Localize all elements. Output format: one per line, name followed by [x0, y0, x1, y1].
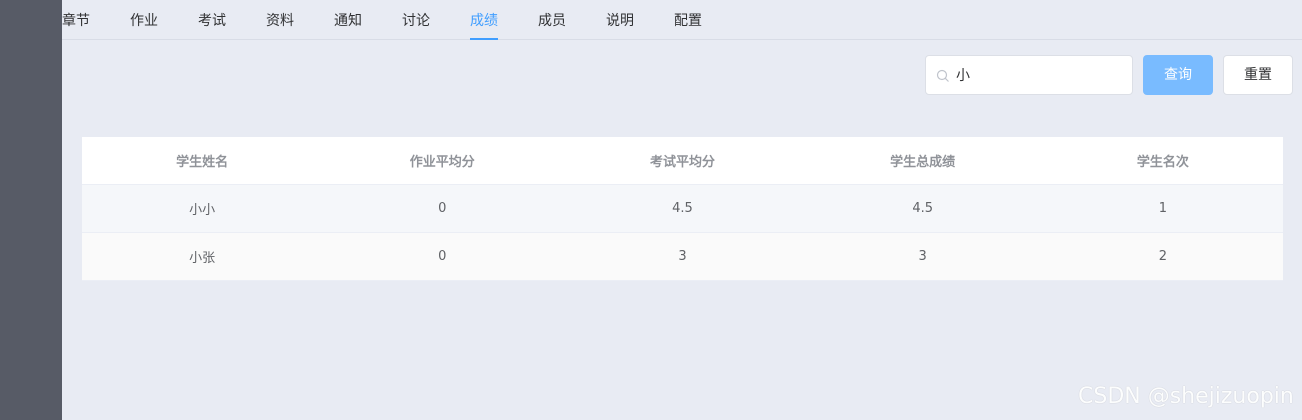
tab-members[interactable]: 成员 — [538, 10, 566, 40]
cell-exam-avg: 4.5 — [672, 201, 693, 216]
query-button[interactable]: 查询 — [1143, 55, 1213, 95]
cell-homework-avg: 0 — [438, 249, 447, 264]
tab-exams[interactable]: 考试 — [198, 10, 226, 40]
tab-grades[interactable]: 成绩 — [470, 10, 498, 40]
header-student-name: 学生姓名 — [176, 155, 229, 170]
tab-discussion[interactable]: 讨论 — [402, 10, 430, 40]
cell-exam-avg: 3 — [678, 249, 687, 264]
search-box[interactable] — [925, 55, 1133, 95]
header-total-score: 学生总成绩 — [890, 155, 956, 170]
cell-student-name: 小张 — [189, 251, 216, 266]
tab-settings[interactable]: 配置 — [674, 10, 702, 40]
left-sidebar — [0, 0, 62, 420]
cell-homework-avg: 0 — [438, 201, 447, 216]
cell-student-name: 小小 — [189, 203, 216, 218]
main-area: 章节 作业 考试 资料 通知 讨论 成绩 成员 说明 配置 查询 重置 学生姓名… — [62, 0, 1302, 420]
course-tabs: 章节 作业 考试 资料 通知 讨论 成绩 成员 说明 配置 — [62, 0, 1302, 40]
cell-total-score: 3 — [918, 249, 927, 264]
tab-chapters[interactable]: 章节 — [62, 10, 90, 40]
table-row[interactable]: 小小 0 4.5 4.5 1 — [82, 185, 1283, 233]
tab-homework[interactable]: 作业 — [130, 10, 158, 40]
tab-description[interactable]: 说明 — [606, 10, 634, 40]
header-homework-avg: 作业平均分 — [409, 155, 475, 170]
search-input[interactable] — [956, 56, 1126, 94]
watermark-text: CSDN @shejizuopin — [1078, 384, 1294, 409]
cell-rank: 1 — [1158, 201, 1167, 216]
tab-notices[interactable]: 通知 — [334, 10, 362, 40]
header-exam-avg: 考试平均分 — [649, 155, 715, 170]
tab-materials[interactable]: 资料 — [266, 10, 294, 40]
table-header: 学生姓名 作业平均分 考试平均分 学生总成绩 学生名次 — [82, 137, 1283, 185]
header-rank: 学生名次 — [1136, 155, 1189, 170]
cell-rank: 2 — [1158, 249, 1167, 264]
reset-button[interactable]: 重置 — [1223, 55, 1293, 95]
grades-table: 学生姓名 作业平均分 考试平均分 学生总成绩 学生名次 小小 0 4.5 4.5… — [82, 137, 1283, 281]
table-row[interactable]: 小张 0 3 3 2 — [82, 233, 1283, 281]
cell-total-score: 4.5 — [912, 201, 933, 216]
search-icon — [936, 68, 950, 82]
